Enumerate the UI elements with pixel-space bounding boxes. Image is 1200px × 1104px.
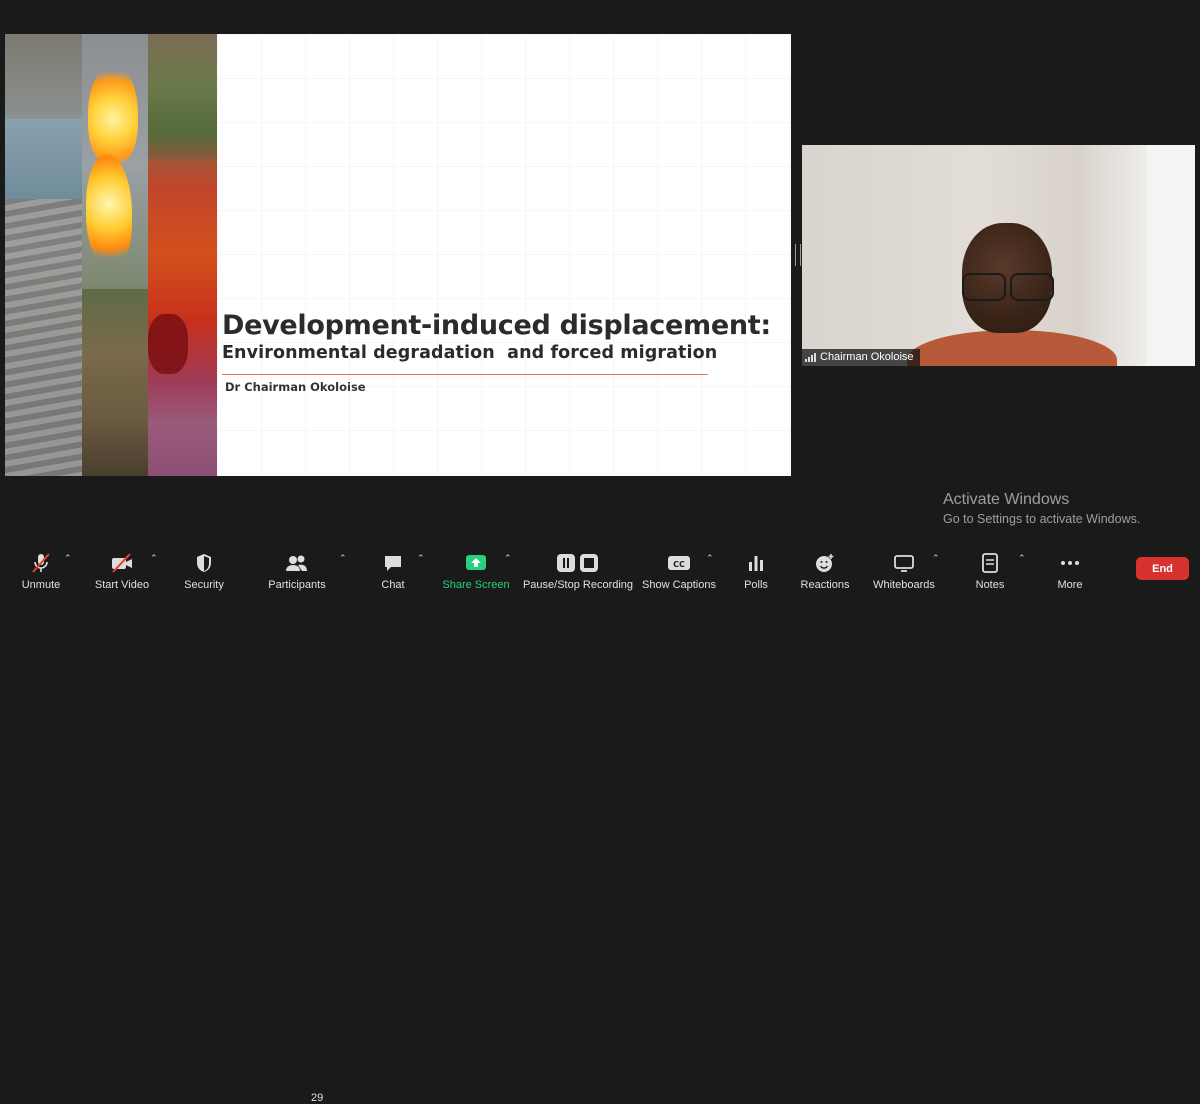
participants-icon (284, 550, 310, 576)
polls-button[interactable]: Polls (740, 540, 772, 592)
start-video-label: Start Video (94, 579, 150, 591)
start-video-button[interactable]: Start Video (94, 540, 150, 592)
polls-icon (746, 550, 766, 576)
more-dots-icon (1059, 550, 1081, 576)
participant-video-tile[interactable]: Chairman Okoloise (802, 145, 1195, 366)
meeting-toolbar: Unmute ⌃ Start Video ⌃ Security Particip… (0, 540, 1200, 1104)
caret-up-icon[interactable]: ⌃ (417, 553, 425, 564)
caret-up-icon[interactable]: ⌃ (150, 553, 158, 564)
reactions-button[interactable]: Reactions (800, 540, 850, 592)
share-arrow-icon (465, 550, 487, 576)
slide-subtitle: Environmental degradation and forced mig… (222, 343, 718, 363)
activate-windows-watermark: Activate Windows Go to Settings to activ… (943, 491, 1140, 526)
recording-label: Pause/Stop Recording (522, 579, 634, 591)
notes-icon (981, 550, 999, 576)
unmute-label: Unmute (21, 579, 61, 591)
participant-name: Chairman Okoloise (820, 351, 914, 363)
watermark-title: Activate Windows (943, 491, 1070, 508)
slide-title: Development-induced displacement: (222, 310, 771, 341)
caret-up-icon[interactable]: ⌃ (339, 553, 347, 564)
unmute-button[interactable]: Unmute (18, 540, 64, 592)
participant-name-tag: Chairman Okoloise (802, 349, 920, 366)
more-button[interactable]: More (1054, 540, 1086, 592)
watermark-subtitle: Go to Settings to activate Windows. (943, 512, 1141, 526)
slide-author: Dr Chairman Okoloise (225, 380, 366, 394)
chat-button[interactable]: Chat (378, 540, 408, 592)
whiteboards-button[interactable]: Whiteboards (872, 540, 936, 592)
share-screen-button[interactable]: Share Screen (442, 540, 510, 592)
pause-stop-icon (556, 550, 600, 576)
slide-image-gas-flare (82, 34, 148, 476)
slide-image-oil-spill (148, 34, 217, 476)
participants-count: 29 (311, 1092, 324, 1104)
participants-label: Participants (268, 579, 326, 591)
security-label: Security (184, 579, 224, 591)
recording-button[interactable]: Pause/Stop Recording (522, 540, 634, 592)
chat-bubble-icon (382, 550, 404, 576)
end-meeting-button[interactable]: End (1136, 557, 1189, 580)
caret-up-icon[interactable]: ⌃ (504, 553, 512, 564)
notes-button[interactable]: Notes (972, 540, 1008, 592)
whiteboards-label: Whiteboards (873, 579, 935, 591)
svg-text:CC: CC (673, 560, 685, 569)
reactions-label: Reactions (800, 579, 850, 591)
slide-image-dam (5, 34, 82, 476)
caret-up-icon[interactable]: ⌃ (64, 553, 72, 564)
split-view-handle[interactable] (795, 244, 801, 266)
shield-icon (194, 550, 214, 576)
participants-button[interactable]: Participants (266, 540, 328, 592)
slide-background-grid (217, 34, 791, 476)
security-button[interactable]: Security (182, 540, 226, 592)
more-label: More (1057, 579, 1083, 591)
video-off-icon (110, 550, 134, 576)
show-captions-button[interactable]: CC Show Captions (642, 540, 716, 592)
whiteboard-icon (893, 550, 915, 576)
show-captions-label: Show Captions (642, 579, 716, 591)
polls-label: Polls (744, 579, 768, 591)
caret-up-icon[interactable]: ⌃ (706, 553, 714, 564)
microphone-muted-icon (30, 550, 52, 576)
share-screen-label: Share Screen (442, 579, 510, 591)
caret-up-icon[interactable]: ⌃ (932, 553, 940, 564)
signal-bars-icon (805, 353, 816, 362)
cc-icon: CC (667, 550, 691, 576)
chat-label: Chat (381, 579, 405, 591)
caret-up-icon[interactable]: ⌃ (1018, 553, 1026, 564)
reactions-icon (814, 550, 836, 576)
slide-divider (222, 374, 708, 375)
shared-slide: Development-induced displacement: Enviro… (5, 34, 791, 476)
notes-label: Notes (975, 579, 1005, 591)
